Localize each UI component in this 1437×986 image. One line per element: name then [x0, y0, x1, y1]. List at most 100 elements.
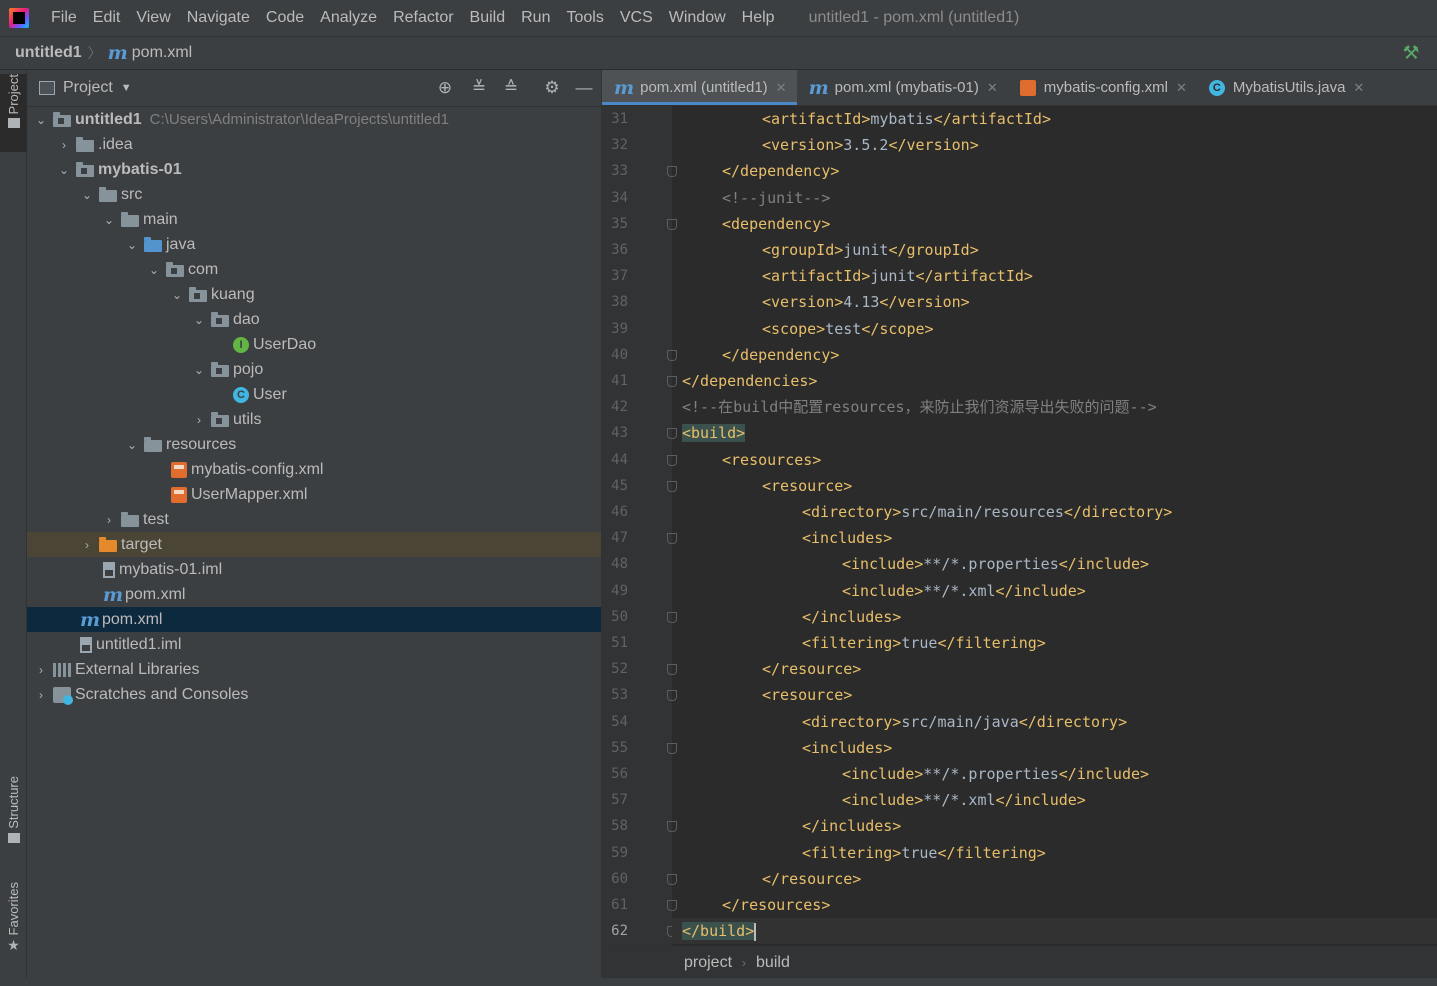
- tree-row-untitled1[interactable]: ⌄ untitled1 C:\Users\Administrator\IdeaP…: [27, 107, 601, 132]
- chevron-down-icon[interactable]: ⌄: [193, 363, 205, 377]
- chevron-down-icon[interactable]: ⌄: [171, 288, 183, 302]
- close-icon[interactable]: ✕: [1176, 80, 1187, 96]
- menu-file[interactable]: File: [43, 9, 85, 27]
- menu-view[interactable]: View: [128, 9, 178, 27]
- code-line[interactable]: <!--junit-->: [672, 185, 1437, 211]
- code-line[interactable]: </includes>: [672, 813, 1437, 839]
- tree-row-target[interactable]: › target: [27, 532, 601, 557]
- code-line[interactable]: <include>**/*.xml</include>: [672, 787, 1437, 813]
- tree-row-pojo[interactable]: ⌄ pojo: [27, 357, 601, 382]
- code-line[interactable]: <build>: [672, 420, 1437, 446]
- tree-row-utils[interactable]: › utils: [27, 407, 601, 432]
- code-line[interactable]: </resources>: [672, 892, 1437, 918]
- tree-row-untitled-iml[interactable]: untitled1.iml: [27, 632, 601, 657]
- close-icon[interactable]: ✕: [776, 80, 787, 96]
- code-line[interactable]: <artifactId>junit</artifactId>: [672, 263, 1437, 289]
- nav-project-crumb[interactable]: untitled1: [15, 44, 82, 62]
- expand-all-icon[interactable]: ≚: [469, 78, 489, 98]
- project-tool-tab[interactable]: Project: [0, 74, 27, 152]
- chevron-down-icon[interactable]: ⌄: [81, 188, 93, 202]
- tree-row-user[interactable]: C User: [27, 382, 601, 407]
- tree-row-com[interactable]: ⌄ com: [27, 257, 601, 282]
- code-line[interactable]: <resource>: [672, 473, 1437, 499]
- locate-target-icon[interactable]: ⊕: [435, 78, 455, 98]
- tree-row-usermapper[interactable]: UserMapper.xml: [27, 482, 601, 507]
- chevron-right-icon[interactable]: ›: [193, 413, 205, 427]
- code-line[interactable]: <directory>src/main/java</directory>: [672, 709, 1437, 735]
- tree-row-dao[interactable]: ⌄ dao: [27, 307, 601, 332]
- code-line[interactable]: <resource>: [672, 682, 1437, 708]
- close-icon[interactable]: ✕: [987, 80, 998, 96]
- tab-mybatis-config[interactable]: mybatis-config.xml ✕: [1008, 70, 1197, 105]
- menu-edit[interactable]: Edit: [85, 9, 129, 27]
- tree-row-module-pom[interactable]: m pom.xml: [27, 582, 601, 607]
- code-line[interactable]: </dependency>: [672, 342, 1437, 368]
- code-line[interactable]: </dependencies>: [672, 368, 1437, 394]
- menu-build[interactable]: Build: [462, 9, 514, 27]
- tree-row-java[interactable]: ⌄ java: [27, 232, 601, 257]
- code-line[interactable]: <version>3.5.2</version>: [672, 132, 1437, 158]
- code-line[interactable]: <scope>test</scope>: [672, 316, 1437, 342]
- code-line[interactable]: <!--在build中配置resources，来防止我们资源导出失败的问题-->: [672, 394, 1437, 420]
- tree-row-root-pom[interactable]: m pom.xml: [27, 607, 601, 632]
- close-icon[interactable]: ✕: [1353, 80, 1364, 96]
- chevron-down-icon[interactable]: ⌄: [193, 313, 205, 327]
- code-line[interactable]: <includes>: [672, 735, 1437, 761]
- menu-run[interactable]: Run: [513, 9, 558, 27]
- tab-pom-mybatis[interactable]: m pom.xml (mybatis-01) ✕: [797, 70, 1008, 105]
- tree-row-external-libraries[interactable]: › External Libraries: [27, 657, 601, 682]
- hide-panel-icon[interactable]: —: [574, 78, 594, 98]
- dropdown-arrow-icon[interactable]: ▼: [121, 82, 132, 94]
- code-editor[interactable]: <artifactId>mybatis</artifactId> <version…: [672, 106, 1437, 946]
- code-line[interactable]: <version>4.13</version>: [672, 289, 1437, 315]
- code-line[interactable]: <directory>src/main/resources</directory…: [672, 499, 1437, 525]
- code-line[interactable]: <artifactId>mybatis</artifactId>: [672, 106, 1437, 132]
- code-line[interactable]: <filtering>true</filtering>: [672, 630, 1437, 656]
- chevron-down-icon[interactable]: ⌄: [103, 213, 115, 227]
- code-line[interactable]: <resources>: [672, 447, 1437, 473]
- menu-window[interactable]: Window: [661, 9, 734, 27]
- chevron-right-icon[interactable]: ›: [35, 688, 47, 702]
- code-line[interactable]: <includes>: [672, 525, 1437, 551]
- tree-row-resources[interactable]: ⌄ resources: [27, 432, 601, 457]
- chevron-right-icon[interactable]: ›: [81, 538, 93, 552]
- collapse-all-icon[interactable]: ≙: [501, 78, 521, 98]
- tab-pom-untitled1[interactable]: m pom.xml (untitled1) ✕: [602, 70, 797, 105]
- tree-row-src[interactable]: ⌄ src: [27, 182, 601, 207]
- code-line[interactable]: </resource>: [672, 866, 1437, 892]
- code-line[interactable]: </resource>: [672, 656, 1437, 682]
- chevron-down-icon[interactable]: ⌄: [35, 113, 47, 127]
- breadcrumb-project[interactable]: project: [684, 954, 732, 972]
- chevron-down-icon[interactable]: ⌄: [148, 263, 160, 277]
- nav-file-crumb[interactable]: pom.xml: [132, 44, 192, 62]
- chevron-right-icon[interactable]: ›: [103, 513, 115, 527]
- tree-row-idea[interactable]: › .idea: [27, 132, 601, 157]
- project-view-selector[interactable]: Project: [63, 79, 113, 97]
- menu-analyze[interactable]: Analyze: [312, 9, 385, 27]
- tree-row-mybatis-config[interactable]: mybatis-config.xml: [27, 457, 601, 482]
- code-line[interactable]: <groupId>junit</groupId>: [672, 237, 1437, 263]
- chevron-down-icon[interactable]: ⌄: [58, 163, 70, 177]
- tree-row-test[interactable]: › test: [27, 507, 601, 532]
- tree-row-main[interactable]: ⌄ main: [27, 207, 601, 232]
- menu-refactor[interactable]: Refactor: [385, 9, 461, 27]
- chevron-down-icon[interactable]: ⌄: [126, 238, 138, 252]
- code-line[interactable]: </dependency>: [672, 158, 1437, 184]
- gear-icon[interactable]: ⚙: [542, 78, 562, 98]
- structure-tool-tab[interactable]: Structure: [0, 776, 27, 862]
- tree-row-scratches[interactable]: › Scratches and Consoles: [27, 682, 601, 707]
- chevron-right-icon[interactable]: ›: [58, 138, 70, 152]
- tab-mybatisutils[interactable]: C MybatisUtils.java ✕: [1197, 70, 1374, 105]
- code-line[interactable]: <filtering>true</filtering>: [672, 840, 1437, 866]
- menu-help[interactable]: Help: [734, 9, 783, 27]
- breadcrumb-build[interactable]: build: [756, 954, 790, 972]
- code-line[interactable]: <include>**/*.properties</include>: [672, 551, 1437, 577]
- code-line[interactable]: </build>: [672, 918, 1437, 944]
- menu-code[interactable]: Code: [258, 9, 312, 27]
- code-line[interactable]: </includes>: [672, 604, 1437, 630]
- menu-tools[interactable]: Tools: [558, 9, 611, 27]
- menu-navigate[interactable]: Navigate: [179, 9, 258, 27]
- favorites-tool-tab[interactable]: Favorites ★: [0, 882, 27, 968]
- build-hammer-icon[interactable]: ⚒: [1399, 42, 1423, 66]
- code-line[interactable]: <include>**/*.xml</include>: [672, 578, 1437, 604]
